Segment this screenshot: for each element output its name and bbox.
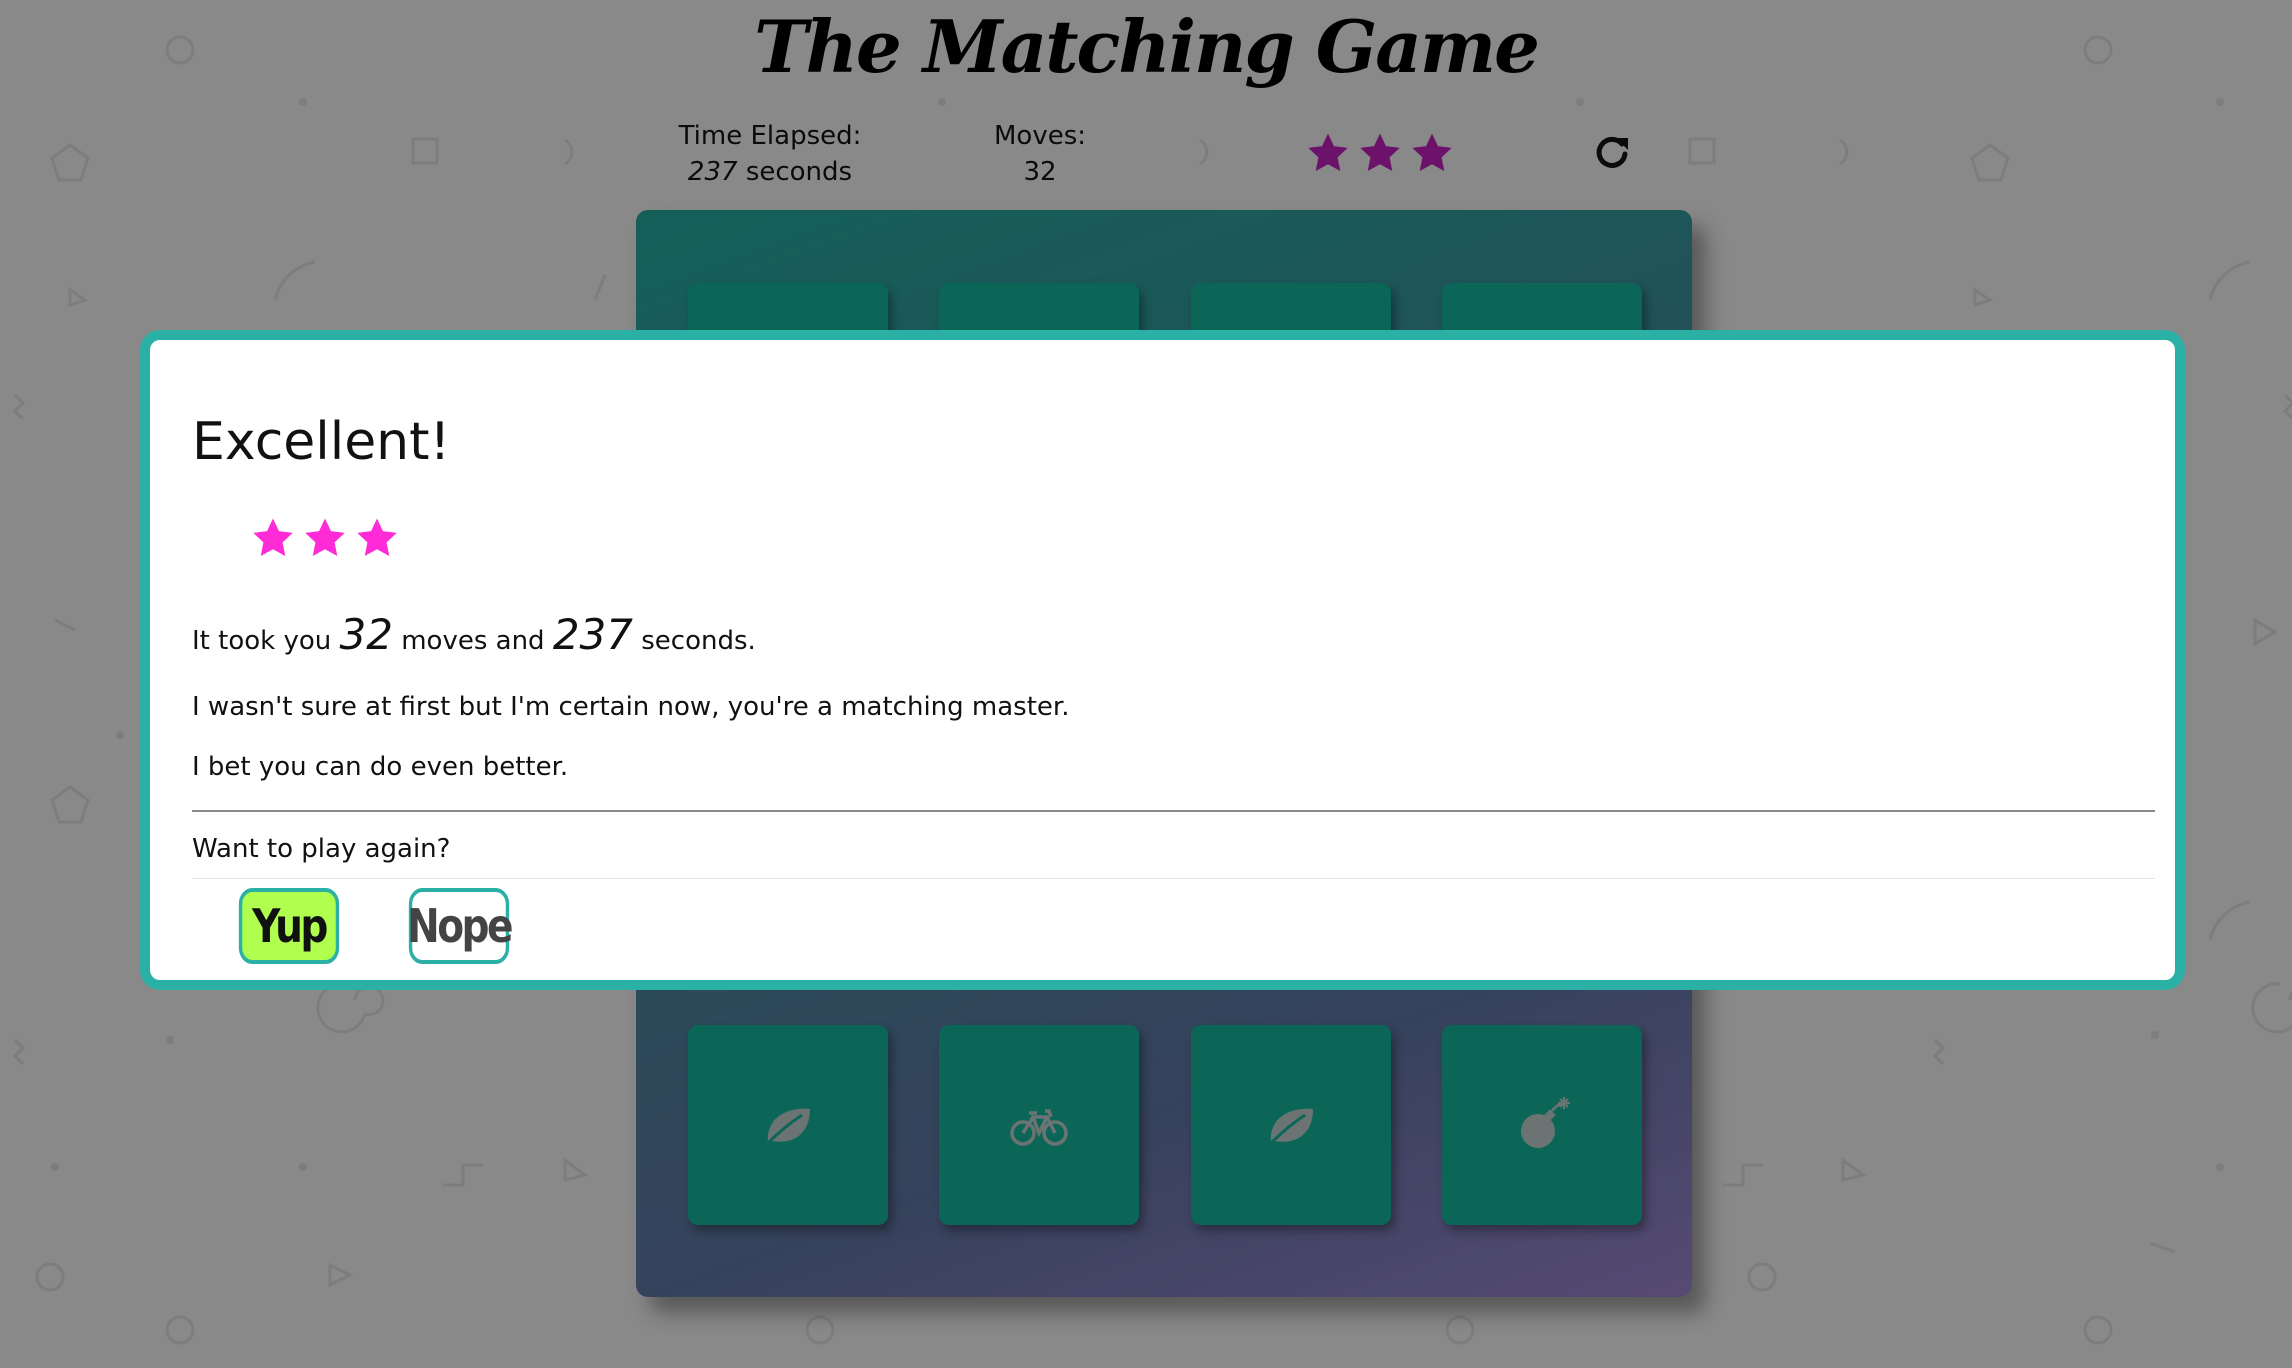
modal-divider [192, 878, 2155, 879]
star-icon [253, 518, 293, 557]
play-again-prompt: Want to play again? [192, 834, 451, 864]
stats-seconds: 237 [552, 610, 633, 659]
modal-encouragement: I bet you can do even better. [192, 752, 569, 782]
stats-suffix: seconds. [641, 626, 756, 656]
stats-moves: 32 [339, 610, 393, 659]
star-icon [305, 518, 345, 557]
modal-divider [192, 810, 2155, 812]
modal-message: I wasn't sure at first but I'm certain n… [192, 692, 1070, 722]
stats-summary: It took you 32 moves and 237 seconds. [192, 610, 756, 659]
results-modal: Excellent! It took you 32 moves and 237 … [140, 330, 2185, 990]
nope-button[interactable]: Nope [407, 888, 514, 964]
stats-prefix: It took you [192, 626, 332, 656]
star-icon [357, 518, 397, 557]
yup-button[interactable]: Yup [238, 888, 340, 964]
modal-star-rating [250, 515, 400, 561]
modal-title: Excellent! [192, 412, 451, 472]
stats-middle: moves and [401, 626, 545, 656]
